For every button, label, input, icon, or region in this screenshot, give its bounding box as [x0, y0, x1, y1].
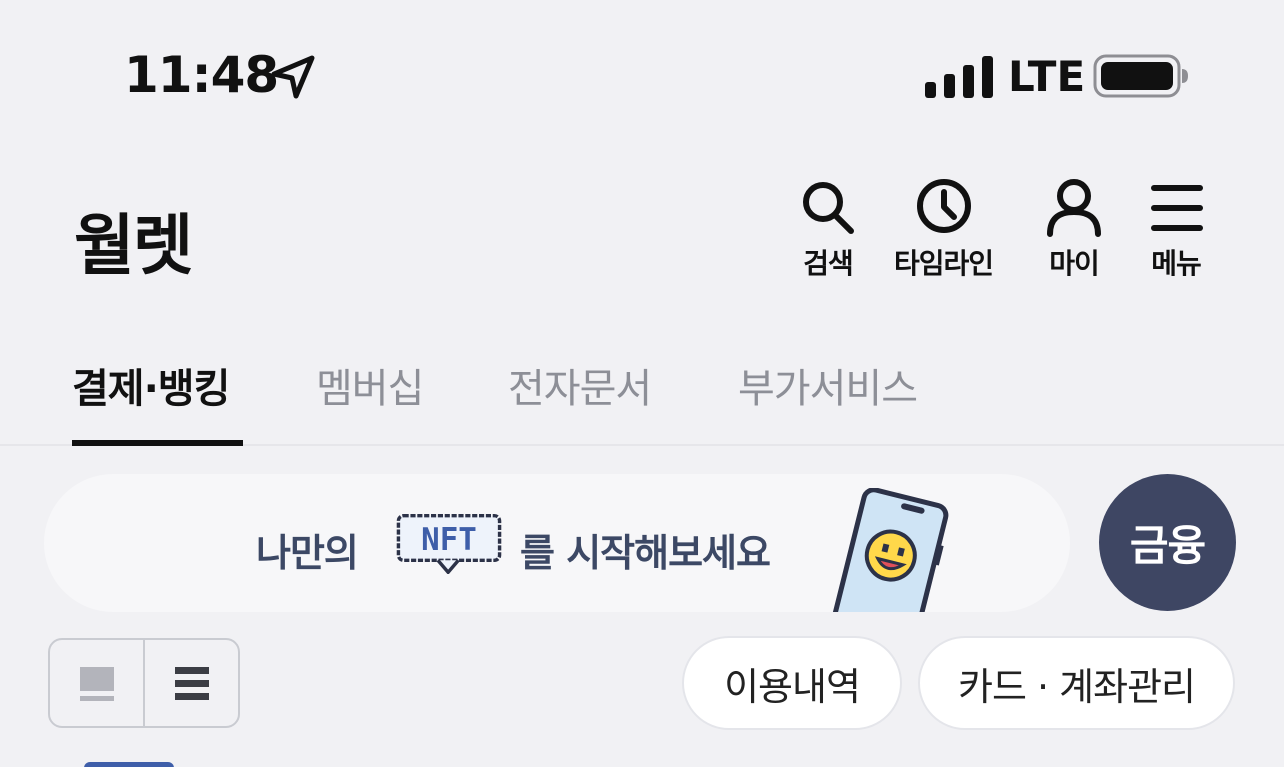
banner-text-before: 나만의 — [256, 531, 359, 575]
list-view-icon — [174, 667, 209, 700]
tab-e-documents[interactable]: 전자문서 — [508, 356, 652, 414]
timeline-button[interactable]: 타임라인 — [894, 176, 994, 282]
person-icon — [1047, 179, 1101, 237]
card-view-icon — [79, 667, 114, 701]
card-view-button[interactable] — [50, 640, 143, 726]
battery-icon — [1093, 54, 1188, 98]
usage-history-button[interactable]: 이용내역 — [682, 636, 902, 730]
location-arrow-icon — [271, 55, 315, 99]
view-mode-toggle — [48, 638, 240, 728]
phone-smiley-illustration — [829, 488, 949, 612]
network-type: LTE — [1008, 52, 1086, 101]
nft-promo-banner[interactable]: 나만의 NFT 를 시작해보세요 — [44, 474, 1070, 612]
active-tab-indicator — [72, 440, 243, 446]
tab-membership[interactable]: 멤버십 — [316, 356, 424, 414]
nft-tag-text: NFT — [421, 522, 477, 558]
card-peek — [84, 762, 174, 767]
menu-label: 메뉴 — [1151, 247, 1202, 280]
menu-button[interactable]: 메뉴 — [1146, 176, 1206, 282]
page-title: 월렛 — [74, 207, 193, 284]
search-label: 검색 — [803, 247, 854, 280]
tab-payment-banking[interactable]: 결제·뱅킹 — [72, 356, 230, 414]
clock-icon — [916, 179, 971, 233]
tab-extra-services[interactable]: 부가서비스 — [738, 356, 918, 414]
category-tabs: 결제·뱅킹 멤버십 전자문서 부가서비스 — [0, 340, 1284, 446]
hamburger-icon — [1151, 185, 1203, 231]
card-account-manage-button[interactable]: 카드 · 계좌관리 — [918, 636, 1235, 730]
timeline-label: 타임라인 — [894, 247, 994, 280]
banner-text-after: 를 시작해보세요 — [520, 531, 771, 575]
list-view-button[interactable] — [143, 640, 238, 726]
finance-button[interactable]: 금융 — [1099, 474, 1236, 611]
my-label: 마이 — [1049, 247, 1100, 280]
my-button[interactable]: 마이 — [1044, 176, 1104, 282]
status-time: 11:48 — [124, 46, 279, 104]
signal-strength-icon — [925, 56, 993, 98]
search-icon — [803, 182, 854, 234]
wallet-screen: 11:48 LTE 월렛 검색 타임라인 마이 메뉴 결제·뱅킹 멤버십 전자문… — [0, 0, 1284, 767]
nft-tag: NFT — [396, 514, 502, 574]
search-button[interactable]: 검색 — [798, 176, 858, 282]
